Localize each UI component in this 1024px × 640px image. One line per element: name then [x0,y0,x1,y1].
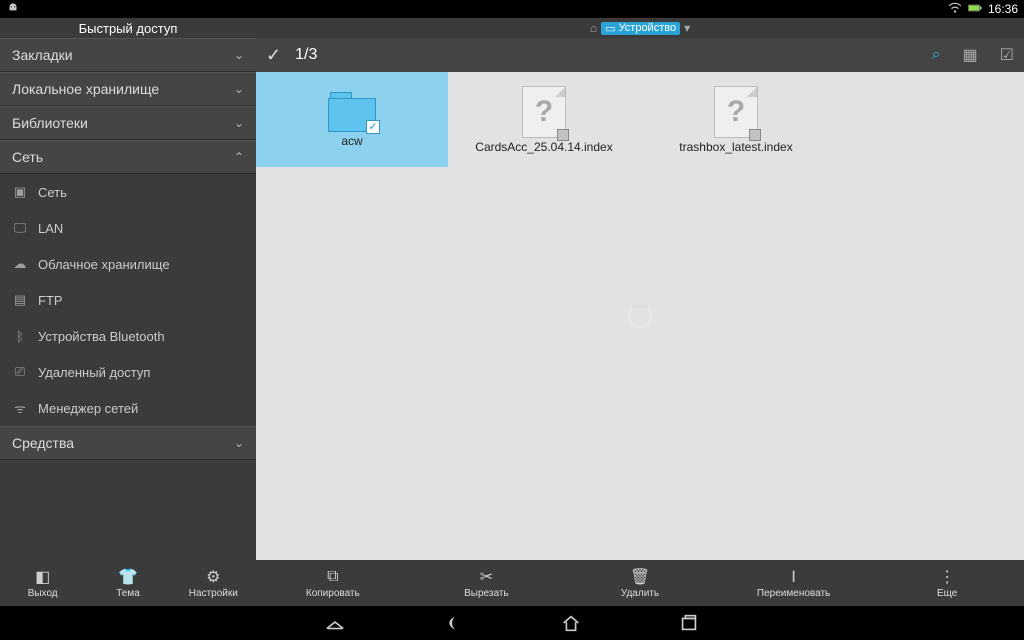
selection-bar: ✓ 1/3 ⌕ ▦ ☑ [256,38,1024,72]
action-settings[interactable]: ⚙ Настройки [171,560,256,606]
search-icon[interactable]: ⌕ [932,46,941,64]
file-item[interactable]: ? CardsAcc_25.04.14.index [448,72,640,167]
sidebar-section-tools[interactable]: Средства ⌄ [0,426,256,460]
sidebar-section-bookmarks[interactable]: Закладки ⌄ [0,38,256,72]
action-more[interactable]: ⋮ Еще [870,560,1024,606]
dropdown-icon: ▾ [684,21,690,35]
sidebar: Закладки ⌄ Локальное хранилище ⌄ Библиот… [0,38,256,560]
nav-home-button[interactable] [559,611,583,635]
unknown-file-icon: ? [714,86,758,138]
action-exit[interactable]: ◧ Выход [0,560,85,606]
network-icon: ▣ [12,184,28,200]
cloud-icon: ☁ [12,256,28,272]
theme-icon: 👕 [118,568,138,586]
wifi-icon: ᯤ [12,399,28,417]
nav-back-button[interactable] [441,611,465,635]
sidebar-item-bluetooth[interactable]: ᛒ Устройства Bluetooth [0,318,256,354]
checked-icon: ✓ [366,120,380,134]
action-cut[interactable]: ✂ Вырезать [410,560,564,606]
folder-icon: ✓ [328,92,376,132]
chevron-up-icon: ⌃ [234,150,244,164]
status-time: 16:36 [988,2,1018,16]
chevron-down-icon: ⌄ [234,116,244,130]
sidebar-section-local[interactable]: Локальное хранилище ⌄ [0,72,256,106]
location-icon: ⌂ [590,21,597,35]
ftp-icon: ▤ [12,292,28,308]
android-nav-bar [0,606,1024,640]
action-theme[interactable]: 👕 Тема [85,560,170,606]
nav-drawer-button[interactable] [323,611,347,635]
sidebar-section-libraries[interactable]: Библиотеки ⌄ [0,106,256,140]
file-label: acw [341,134,362,148]
chevron-down-icon: ⌄ [234,436,244,450]
android-status-bar: 16:36 [0,0,1024,18]
trash-icon: 🗑 [630,568,650,586]
selection-count: 1/3 [295,46,317,64]
file-item-folder[interactable]: ✓ acw [256,72,448,167]
bluetooth-icon: ᛒ [12,329,28,344]
sidebar-title: Быстрый доступ [0,18,256,38]
copy-icon: ⧉ [327,568,338,586]
breadcrumb-device: Устройство [619,22,677,34]
unknown-file-icon: ? [522,86,566,138]
action-rename[interactable]: Ⅰ Переименовать [717,560,871,606]
view-mode-icon[interactable]: ▦ [963,45,978,65]
sd-icon: ▭ [605,22,615,35]
battery-icon [968,2,982,17]
wifi-icon [948,2,962,17]
sidebar-item-cloud[interactable]: ☁ Облачное хранилище [0,246,256,282]
sidebar-item-remote[interactable]: ⎚ Удаленный доступ [0,354,256,390]
file-label: trashbox_latest.index [679,140,792,154]
gear-icon: ⚙ [206,568,220,586]
file-item[interactable]: ? trashbox_latest.index [640,72,832,167]
sidebar-item-netmgr[interactable]: ᯤ Менеджер сетей [0,390,256,426]
select-all-icon[interactable]: ☑ [1000,45,1014,65]
lan-icon: 🖵 [12,220,28,236]
android-icon [6,2,20,17]
sidebar-item-lan[interactable]: 🖵 LAN [0,210,256,246]
chevron-down-icon: ⌄ [234,48,244,62]
file-grid: ✓ acw ? CardsAcc_25.04.14.index ? [256,72,1024,560]
exit-icon: ◧ [35,568,50,586]
action-delete[interactable]: 🗑 Удалить [563,560,717,606]
chevron-down-icon: ⌄ [234,82,244,96]
sidebar-section-network[interactable]: Сеть ⌃ [0,140,256,174]
loading-spinner-icon [628,304,652,328]
file-label: CardsAcc_25.04.14.index [475,140,612,154]
breadcrumb[interactable]: ⌂ ▭ Устройство ▾ [256,18,1024,38]
cut-icon: ✂ [480,568,493,586]
remote-icon: ⎚ [12,364,28,380]
confirm-selection-icon[interactable]: ✓ [266,45,281,66]
sidebar-item-ftp[interactable]: ▤ FTP [0,282,256,318]
rename-icon: Ⅰ [791,568,796,586]
sidebar-item-net[interactable]: ▣ Сеть [0,174,256,210]
more-icon: ⋮ [939,568,955,586]
action-copy[interactable]: ⧉ Копировать [256,560,410,606]
nav-recent-button[interactable] [677,611,701,635]
